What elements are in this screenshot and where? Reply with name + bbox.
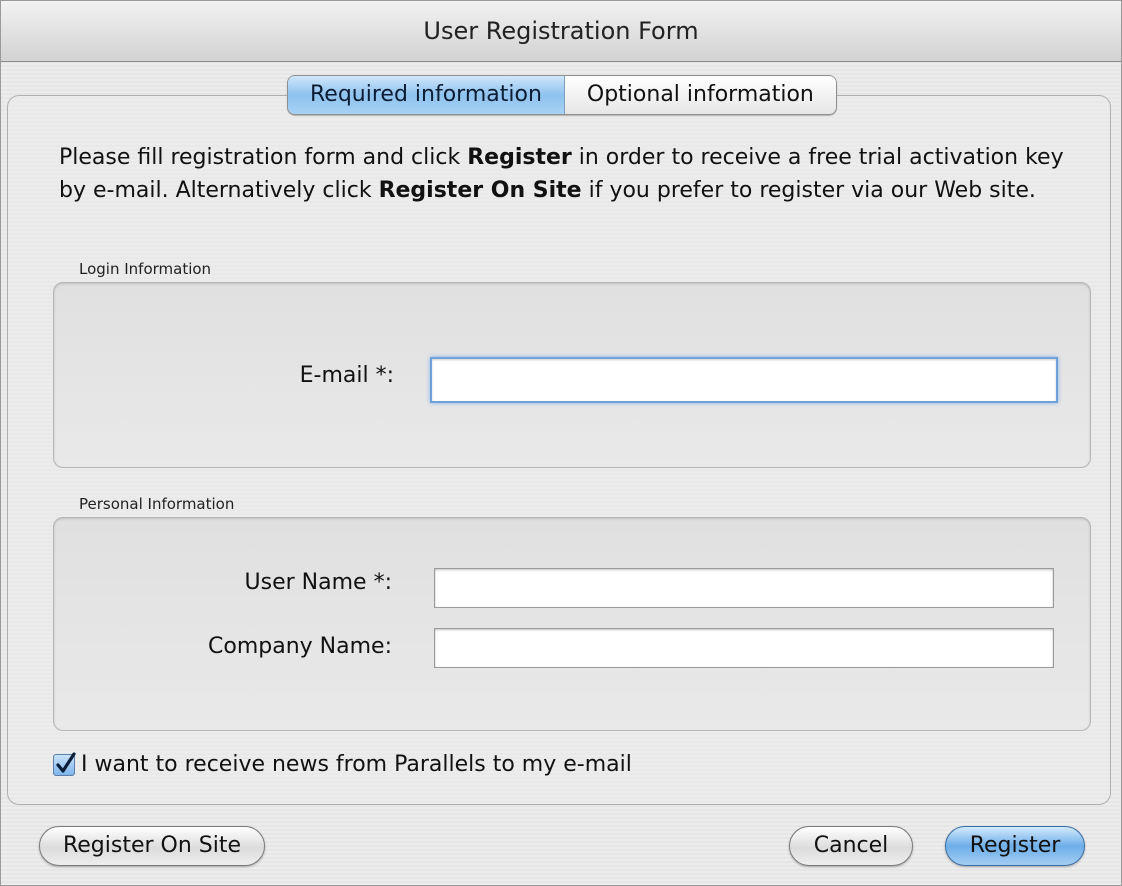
company-name-label: Company Name:	[208, 634, 392, 659]
personal-information-heading: Personal Information	[79, 495, 235, 513]
personal-information-panel: User Name *: Company Name:	[53, 517, 1091, 731]
tab-required-information[interactable]: Required information	[288, 76, 565, 114]
email-label: E-mail *:	[299, 363, 394, 388]
newsletter-option[interactable]: I want to receive news from Parallels to…	[53, 751, 632, 777]
register-on-site-button[interactable]: Register On Site	[39, 826, 265, 866]
window-title: User Registration Form	[1, 1, 1121, 62]
intro-text-part: Please fill registration form and click	[59, 145, 468, 170]
register-button[interactable]: Register	[945, 826, 1085, 866]
login-information-panel: E-mail *:	[53, 282, 1091, 468]
tab-optional-information[interactable]: Optional information	[564, 76, 836, 114]
checkmark-icon	[56, 751, 76, 773]
registration-window: User Registration Form Required informat…	[0, 0, 1122, 886]
login-information-heading: Login Information	[79, 260, 212, 278]
username-label: User Name *:	[244, 570, 392, 595]
company-name-field[interactable]	[434, 628, 1054, 668]
username-field[interactable]	[434, 568, 1054, 608]
newsletter-label: I want to receive news from Parallels to…	[81, 752, 632, 777]
newsletter-checkbox[interactable]	[53, 751, 76, 776]
email-field[interactable]	[430, 357, 1058, 403]
intro-bold-register: Register	[467, 145, 572, 170]
intro-bold-register-on-site: Register On Site	[378, 178, 582, 203]
tab-bar: Required information Optional informatio…	[287, 75, 837, 115]
cancel-button[interactable]: Cancel	[789, 826, 913, 866]
intro-text-part: if you prefer to register via our Web si…	[581, 178, 1036, 203]
intro-text: Please fill registration form and click …	[59, 141, 1069, 207]
